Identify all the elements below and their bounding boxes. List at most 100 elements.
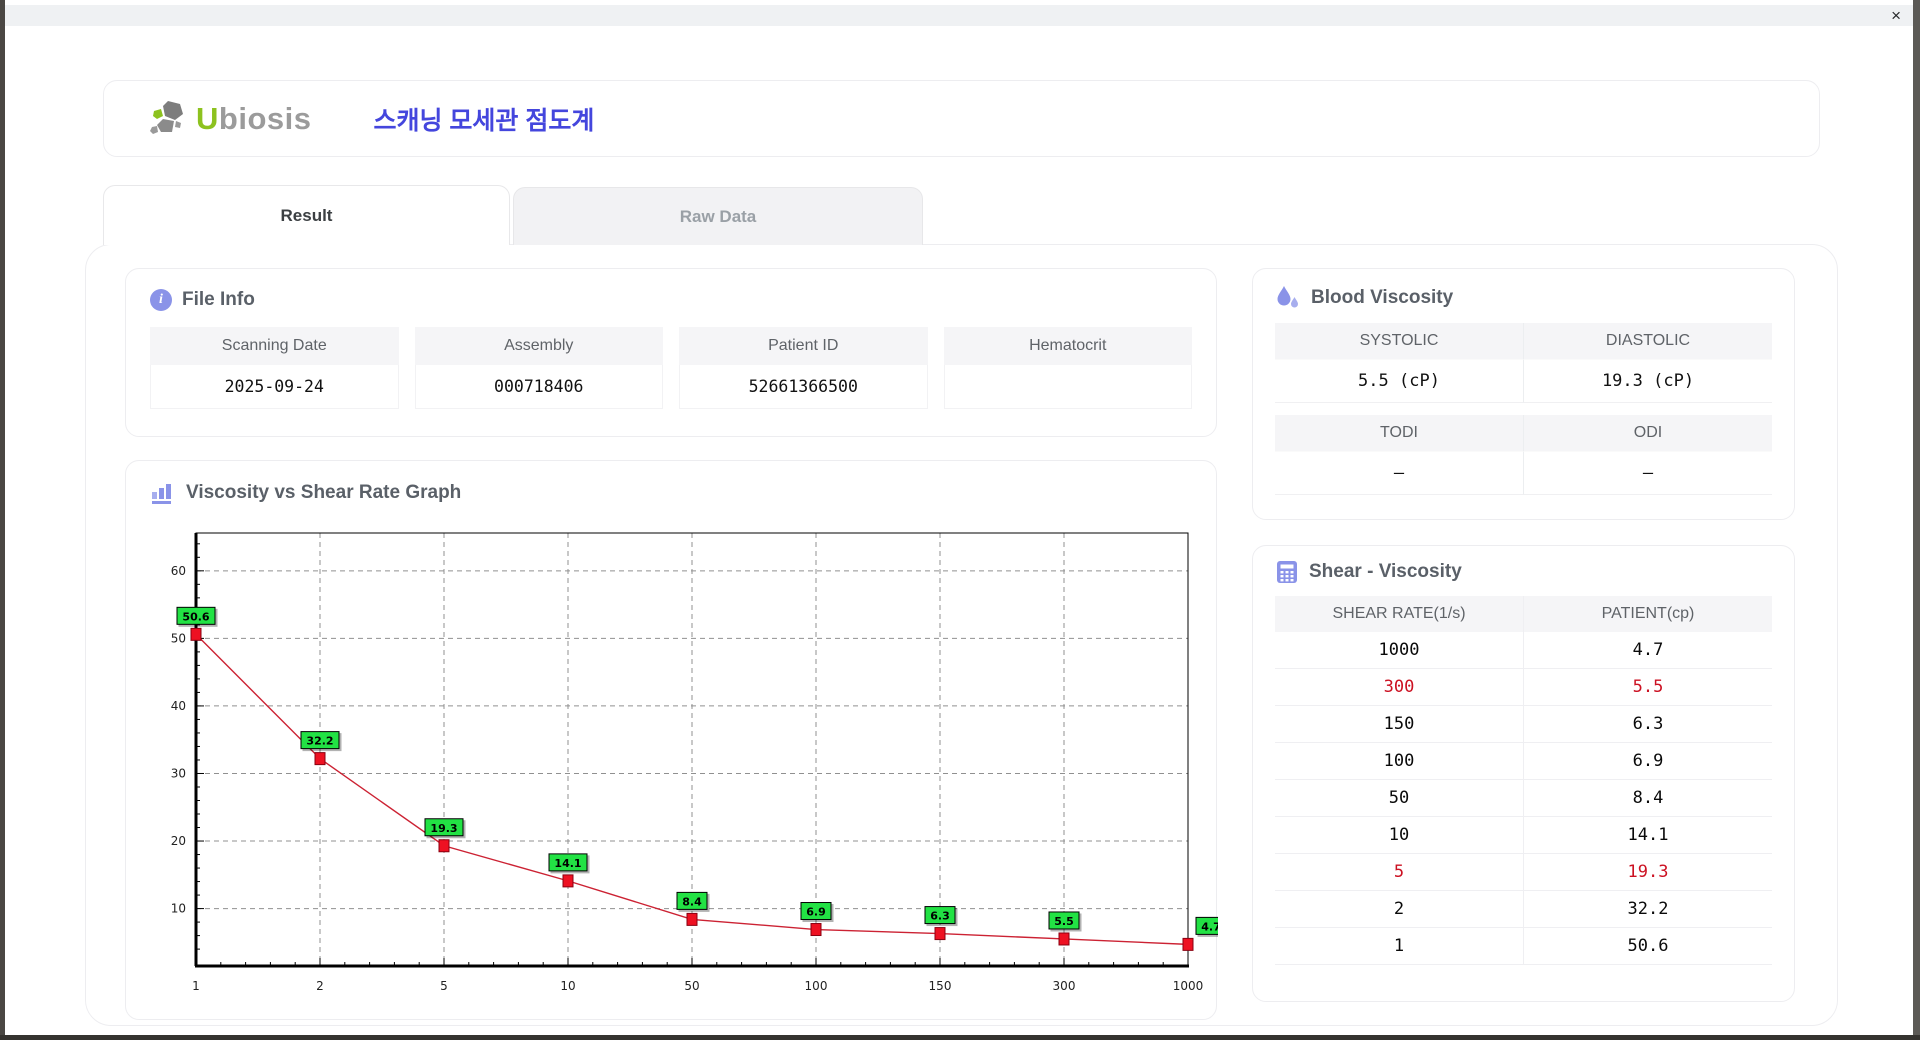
table-row: 150 6.3 [1275,706,1772,743]
field-value [943,365,1192,409]
col-shear-rate: SHEAR RATE(1/s) [1275,596,1524,632]
patient-cell: 5.5 [1524,669,1772,706]
logo-letter-u: U [196,100,219,136]
field-assembly: Assembly 000718406 [414,327,663,409]
field-label: Patient ID [679,327,928,365]
systolic-value: 5.5 (cP) [1275,359,1524,403]
svg-text:5: 5 [440,979,448,993]
shear-cell: 5 [1275,854,1524,891]
table-row: 10 14.1 [1275,817,1772,854]
table-row: 50 8.4 [1275,780,1772,817]
blood-viscosity-title: Blood Viscosity [1311,287,1454,308]
field-label: Scanning Date [150,327,399,365]
svg-text:14.1: 14.1 [554,857,581,870]
table-row: 1 50.6 [1275,928,1772,965]
file-info-card: i File Info Scanning Date 2025-09-24 Ass… [125,268,1217,437]
shear-cell: 300 [1275,669,1524,706]
patient-cell: 19.3 [1524,854,1772,891]
svg-text:19.3: 19.3 [430,822,457,835]
tab-result-label: Result [280,205,333,225]
svg-text:60: 60 [171,564,186,578]
table-row: 300 5.5 [1275,669,1772,706]
logo-text: Ubiosis [196,101,311,137]
table-row: 1000 4.7 [1275,632,1772,669]
svg-text:1: 1 [192,979,200,993]
shear-viscosity-card: Shear - Viscosity SHEAR RATE(1/s) PATIEN… [1252,545,1795,1002]
odi-label: ODI [1524,415,1772,451]
window-close-button[interactable]: × [1891,5,1901,26]
desktop-edge-left [0,0,5,1040]
field-patient-id: Patient ID 52661366500 [679,327,928,409]
table-row: 2 32.2 [1275,891,1772,928]
field-value: 52661366500 [679,365,928,409]
patient-cell: 32.2 [1524,891,1772,928]
svg-text:10: 10 [171,902,186,916]
graph-title: Viscosity vs Shear Rate Graph [186,482,462,503]
field-value: 2025-09-24 [150,365,399,409]
patient-cell: 14.1 [1524,817,1772,854]
shear-cell: 1000 [1275,632,1524,669]
viscosity-graph-card: Viscosity vs Shear Rate Graph 10 20 30 40 50… [125,460,1218,1020]
blood-viscosity-table: SYSTOLIC DIASTOLIC 5.5 (cP) 19.3 (cP) TO… [1253,323,1794,495]
svg-text:40: 40 [171,699,186,713]
tab-raw-data[interactable]: Raw Data [513,187,923,245]
field-scanning-date: Scanning Date 2025-09-24 [150,327,399,409]
tab-result[interactable]: Result [103,185,510,245]
svg-text:50.6: 50.6 [182,610,209,623]
svg-text:150: 150 [929,979,952,993]
svg-text:30: 30 [171,766,186,780]
systolic-label: SYSTOLIC [1275,323,1524,359]
patient-cell: 50.6 [1524,928,1772,965]
header-card: Ubiosis 스캐닝 모세관 점도계 [103,80,1820,157]
file-info-fields: Scanning Date 2025-09-24 Assembly 000718… [126,327,1216,409]
viscosity-shear-chart: 10 20 30 40 50 60 1 2 5 10 50 100 150 300 1000 50.6 32.2… [171,532,1218,993]
blood-viscosity-card: Blood Viscosity SYSTOLIC DIASTOLIC 5.5 (… [1252,268,1795,520]
shear-cell: 50 [1275,780,1524,817]
app-title: 스캐닝 모세관 점도계 [373,106,595,135]
svg-text:2: 2 [316,979,324,993]
svg-text:100: 100 [805,979,828,993]
svg-text:50: 50 [684,979,699,993]
odi-value: – [1524,451,1772,495]
shear-cell: 10 [1275,817,1524,854]
shear-viscosity-title: Shear - Viscosity [1309,561,1462,582]
svg-text:8.4: 8.4 [682,895,702,908]
svg-text:1000: 1000 [1173,979,1204,993]
table-row: 100 6.9 [1275,743,1772,780]
svg-text:50: 50 [171,631,186,645]
shear-cell: 150 [1275,706,1524,743]
svg-text:5.5: 5.5 [1054,915,1074,928]
todi-value: – [1275,451,1524,495]
desktop-edge-right [1913,0,1920,1040]
shear-cell: 1 [1275,928,1524,965]
shear-cell: 2 [1275,891,1524,928]
patient-cell: 4.7 [1524,632,1772,669]
shear-cell: 100 [1275,743,1524,780]
tab-raw-data-label: Raw Data [679,206,757,226]
field-hematocrit: Hematocrit [943,327,1192,409]
todi-label: TODI [1275,415,1524,451]
svg-text:6.9: 6.9 [806,906,826,919]
svg-text:4.7: 4.7 [1201,920,1218,933]
patient-cell: 6.3 [1524,706,1772,743]
application-window: × Ubiosis 스캐닝 모세관 점도계 Result Raw Data i … [0,0,1920,1040]
patient-cell: 6.9 [1524,743,1772,780]
info-icon: i [150,289,172,311]
ubiosis-logo-icon [148,97,192,141]
svg-text:20: 20 [171,834,186,848]
field-label: Assembly [414,327,663,365]
table-row: 5 19.3 [1275,854,1772,891]
blood-drops-icon [1275,285,1301,311]
logo-rest: biosis [218,100,312,136]
diastolic-label: DIASTOLIC [1524,323,1772,359]
svg-text:300: 300 [1053,979,1076,993]
bar-chart-icon [150,481,176,505]
svg-text:10: 10 [560,979,575,993]
field-label: Hematocrit [943,327,1192,365]
calculator-icon [1275,560,1299,584]
file-info-title: File Info [182,289,255,310]
patient-cell: 8.4 [1524,780,1772,817]
window-titlebar: × [5,5,1913,26]
col-patient: PATIENT(cp) [1524,596,1772,632]
shear-viscosity-table: SHEAR RATE(1/s) PATIENT(cp) 1000 4.7 300… [1253,596,1794,965]
